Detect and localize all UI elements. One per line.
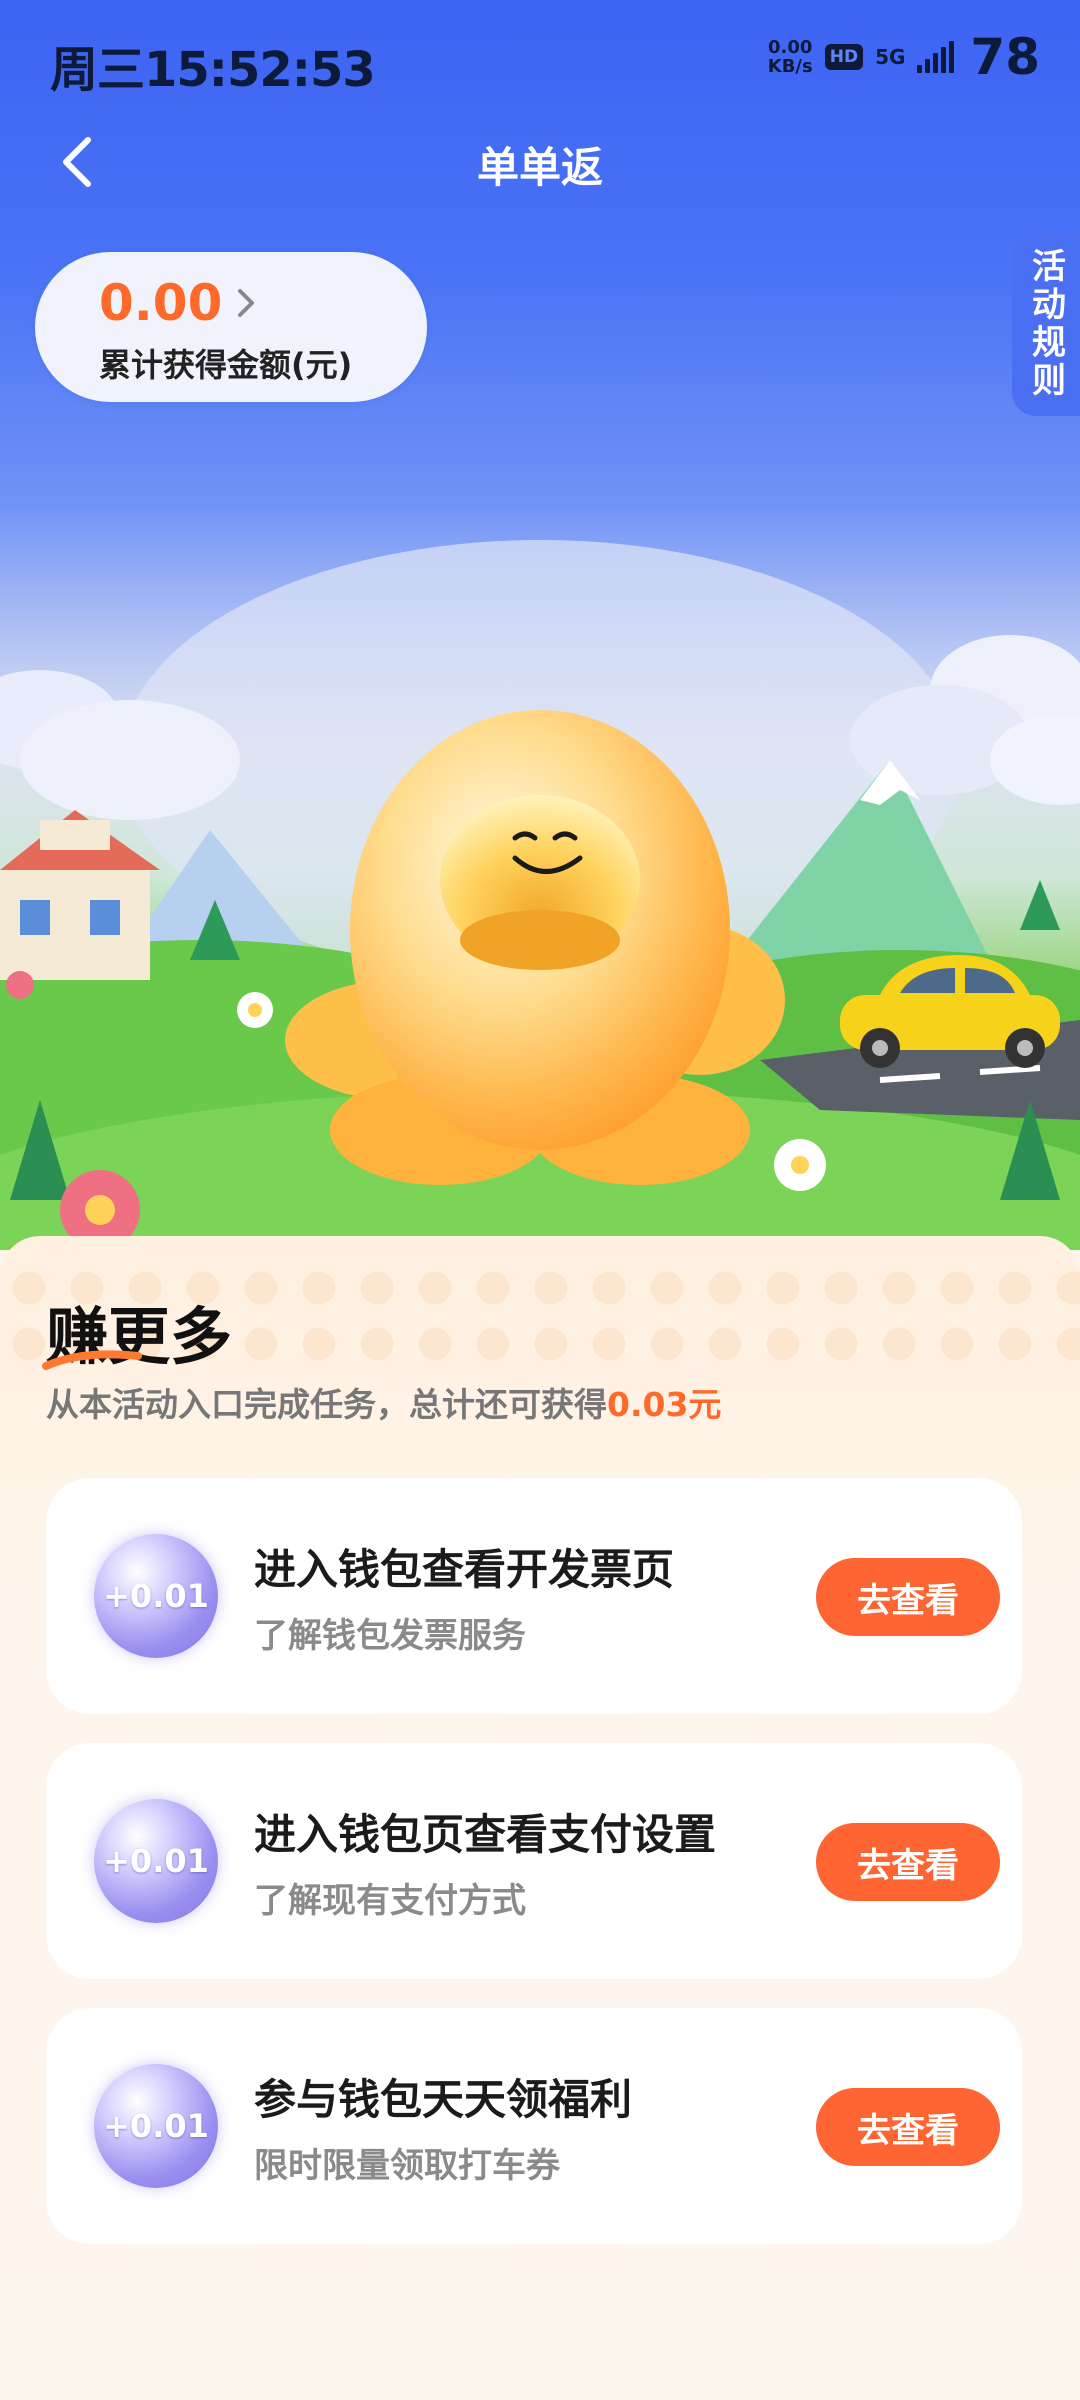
signal-icon: [917, 41, 955, 73]
reward-bubble: +0.01: [94, 1799, 218, 1923]
task-card: +0.01 参与钱包天天领福利 限时限量领取打车券 去查看: [46, 2008, 1022, 2244]
task-title: 参与钱包天天领福利: [254, 2075, 633, 2124]
network-type: 5G: [875, 45, 906, 69]
task-subtitle: 限时限量领取打车券: [254, 2146, 560, 2186]
net-speed-value: 0.00: [768, 37, 813, 58]
task-title: 进入钱包查看开发票页: [254, 1545, 675, 1594]
hero-banner: 周三15:52:53 0.00 KB/s HD 5G 78 单单返 0.00 累…: [0, 0, 1080, 1250]
nav-bar: 单单返: [0, 120, 1080, 200]
activity-rules-tab[interactable]: 活动规则: [1012, 232, 1080, 416]
task-subtitle: 了解现有支付方式: [254, 1881, 526, 1921]
reward-bubble: +0.01: [94, 2064, 218, 2188]
task-subtitle: 了解钱包发票服务: [254, 1616, 526, 1656]
tasks-panel: 赚更多 从本活动入口完成任务，总计还可获得0.03元 +0.01 进入钱包查看开…: [0, 1236, 1080, 2400]
view-task-button[interactable]: 去查看: [816, 1558, 1000, 1636]
hd-badge: HD: [824, 44, 864, 70]
section-description-amount: 0.03元: [607, 1385, 722, 1424]
reward-amount: +0.01: [103, 2107, 209, 2145]
earnings-amount: 0.00: [99, 274, 223, 332]
battery-level: 78: [970, 28, 1040, 86]
net-speed: 0.00 KB/s: [768, 38, 813, 76]
task-title: 进入钱包页查看支付设置: [254, 1810, 717, 1859]
reward-amount: +0.01: [103, 1842, 209, 1880]
reward-amount: +0.01: [103, 1577, 209, 1615]
view-task-button[interactable]: 去查看: [816, 2088, 1000, 2166]
task-card: +0.01 进入钱包查看开发票页 了解钱包发票服务 去查看: [46, 1478, 1022, 1714]
title-underline-decoration: [42, 1350, 142, 1370]
section-description-text: 从本活动入口完成任务，总计还可获得: [46, 1385, 607, 1424]
net-speed-unit: KB/s: [767, 56, 813, 77]
section-description: 从本活动入口完成任务，总计还可获得0.03元: [46, 1378, 721, 1426]
task-card: +0.01 进入钱包页查看支付设置 了解现有支付方式 去查看: [46, 1743, 1022, 1979]
view-task-button[interactable]: 去查看: [816, 1823, 1000, 1901]
status-indicators: 0.00 KB/s HD 5G 78: [768, 28, 1040, 86]
chevron-right-icon: [238, 289, 255, 317]
status-time: 周三15:52:53: [50, 42, 376, 98]
earnings-label: 累计获得金额(元): [99, 346, 353, 384]
earnings-summary[interactable]: 0.00 累计获得金额(元): [35, 252, 427, 402]
status-bar: 周三15:52:53 0.00 KB/s HD 5G 78: [0, 0, 1080, 120]
page-title: 单单返: [476, 143, 603, 192]
reward-bubble: +0.01: [94, 1534, 218, 1658]
